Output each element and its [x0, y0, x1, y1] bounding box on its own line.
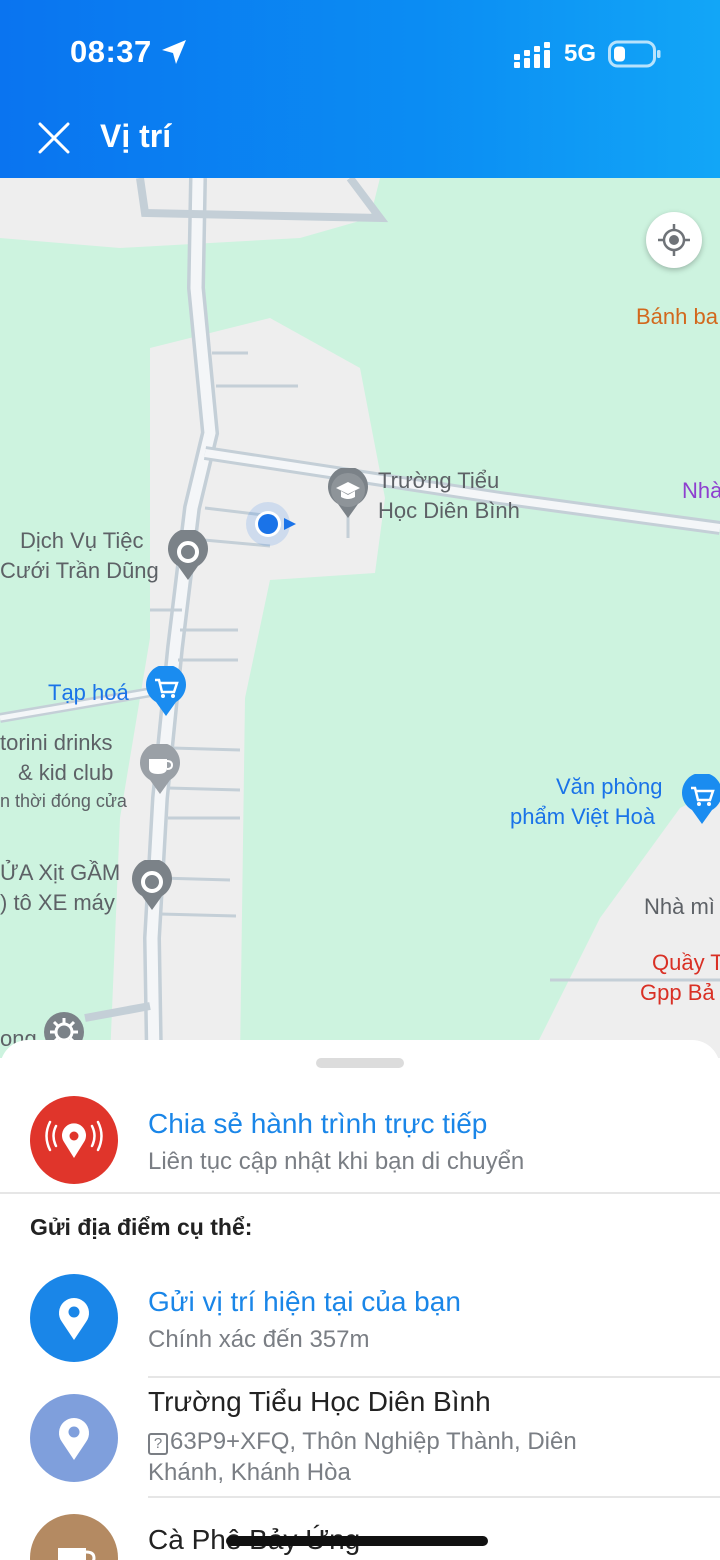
cafe-pin-icon[interactable] [138, 744, 182, 796]
place-title-school: Trường Tiểu Học Diên Bình [148, 1386, 491, 1417]
send-current-location-subtitle: Chính xác đến 357m [148, 1326, 370, 1353]
page-title: Vị trí [100, 118, 172, 154]
poi-nha-label[interactable]: Nhà [682, 476, 720, 506]
location-pin-icon [59, 1418, 89, 1460]
poi-school-label-1[interactable]: Trường Tiểu [378, 466, 499, 496]
poi-santorini-label-1[interactable]: torini drinks [0, 728, 112, 758]
shopping-cart-pin-icon[interactable] [680, 774, 720, 826]
map-base [0, 178, 720, 1058]
send-current-location-title: Gửi vị trí hiện tại của bạn [148, 1286, 461, 1317]
place-address-school-line1: ? 63P9+XFQ, Thôn Nghiệp Thành, Diên [148, 1426, 577, 1457]
place-address-school-line2: Khánh, Khánh Hòa [148, 1459, 351, 1486]
school-icon-circle [30, 1394, 118, 1482]
crosshair-icon [658, 224, 690, 256]
current-location-icon-circle [30, 1274, 118, 1362]
location-pin-icon [59, 1298, 89, 1340]
battery-icon [608, 40, 661, 68]
live-share-icon-circle [30, 1096, 118, 1184]
poi-tiec-label-1[interactable]: Dịch Vụ Tiệc [20, 526, 144, 556]
poi-quay-label-2[interactable]: Gpp Bả [640, 978, 715, 1008]
sheet-grabber[interactable] [316, 1058, 404, 1068]
poi-nhami-label[interactable]: Nhà mì [644, 892, 715, 922]
signal-icon [514, 42, 550, 68]
live-share-title: Chia sẻ hành trình trực tiếp [148, 1108, 488, 1139]
place-row-school[interactable]: Trường Tiểu Học Diên Bình ? 63P9+XFQ, Thô… [0, 1386, 720, 1496]
close-icon[interactable] [34, 118, 74, 158]
live-share-row[interactable]: Chia sẻ hành trình trực tiếp Liên tục cậ… [0, 1094, 720, 1194]
poi-vanphong-label-1[interactable]: Văn phòng [556, 772, 662, 802]
place-address-school-text: 63P9+XFQ, Thôn Nghiệp Thành, Diên [170, 1428, 577, 1455]
home-indicator[interactable] [226, 1536, 488, 1546]
poi-vanphong-label-2[interactable]: phẩm Việt Hoà [510, 802, 655, 832]
school-pin-icon[interactable] [326, 468, 370, 520]
place-pin-icon[interactable] [130, 860, 174, 912]
plus-code-icon: ? [148, 1433, 168, 1455]
coffee-cup-icon [58, 1548, 96, 1560]
poi-taphoa-label[interactable]: Tạp hoá [48, 678, 129, 708]
place-pin-icon[interactable] [166, 530, 210, 582]
live-location-icon [45, 1120, 103, 1158]
poi-banh-label[interactable]: Bánh ba [636, 302, 718, 332]
divider [0, 1192, 720, 1194]
poi-santorini-status: n thời đóng cửa [0, 791, 127, 811]
place-row-cafe[interactable]: Cà Phê Bảy Ứng [0, 1506, 720, 1560]
cafe-icon-circle [30, 1514, 118, 1560]
app-header: 08:37 5G Vị trí [0, 0, 720, 178]
my-location-button[interactable] [646, 212, 702, 268]
location-arrow-icon [162, 40, 186, 64]
user-location-icon [246, 502, 296, 546]
shopping-cart-pin-icon[interactable] [144, 666, 188, 718]
section-label: Gửi địa điểm cụ thể: [30, 1214, 253, 1240]
share-location-sheet: Chia sẻ hành trình trực tiếp Liên tục cậ… [0, 1040, 720, 1560]
map-view[interactable]: Bánh ba Trường Tiểu Học Diên Bình Nhà Dị… [0, 178, 720, 1058]
poi-santorini-label-2[interactable]: & kid club [18, 758, 113, 788]
poi-tiec-label-2[interactable]: Cưới Trần Dũng [0, 556, 159, 586]
divider [148, 1496, 720, 1498]
status-time: 08:37 [70, 34, 152, 69]
poi-school-label-2[interactable]: Học Diên Bình [378, 496, 520, 526]
send-current-location-row[interactable]: Gửi vị trí hiện tại của bạn Chính xác đế… [0, 1272, 720, 1372]
poi-rua-label-1[interactable]: ỬA Xịt GẦM [0, 858, 120, 888]
live-share-subtitle: Liên tục cập nhật khi bạn di chuyển [148, 1148, 525, 1175]
divider [148, 1376, 720, 1378]
poi-rua-label-2[interactable]: ) tô XE máy [0, 888, 115, 918]
network-type: 5G [564, 40, 597, 67]
poi-quay-label-1[interactable]: Quầy T [652, 948, 720, 978]
